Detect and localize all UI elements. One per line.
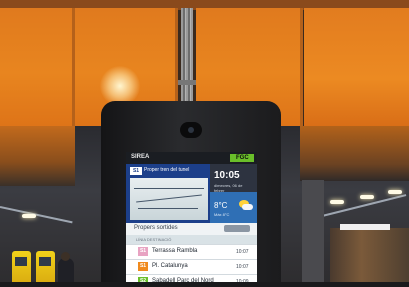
column-header: LÍNIA DESTINACIÓ <box>136 237 172 242</box>
fgc-logo-text: FGC <box>236 155 249 161</box>
destination: Pl. Catalunya <box>152 263 188 269</box>
ceiling-light <box>22 214 36 218</box>
conduit-pipes <box>181 8 193 108</box>
right-shop-facade <box>300 126 409 181</box>
line-chip: S1 <box>138 262 148 271</box>
pipe-clamp <box>178 80 196 85</box>
map-line <box>136 194 202 203</box>
departures-title: Propers sortides <box>134 225 178 231</box>
commuter-head <box>61 252 70 261</box>
ceiling-light <box>388 190 402 194</box>
shop-sign <box>340 224 390 230</box>
departures-filter-button[interactable] <box>224 225 250 232</box>
screen-brand: SIREA <box>131 154 150 160</box>
left-shop-facade <box>0 126 75 186</box>
camera-lens-icon <box>188 127 194 133</box>
line-badge: S1 <box>130 167 142 175</box>
line-map[interactable] <box>130 178 208 220</box>
ceiling-light <box>360 195 374 199</box>
shop-front <box>330 228 409 287</box>
floor-edge <box>0 282 409 287</box>
orange-wall-panel <box>0 8 72 126</box>
ceiling-light <box>330 200 344 204</box>
next-train-label: Proper tren del tunel <box>144 167 190 173</box>
kiosk-screen[interactable]: SIREA FGC S1 Proper tren del tunel 10:05… <box>126 152 257 287</box>
map-line <box>134 188 204 189</box>
orange-wall-panel <box>304 8 409 126</box>
clock: 10:05 <box>214 170 240 181</box>
destination: Terrassa Rambla <box>152 248 198 254</box>
map-line <box>138 208 198 209</box>
weather-note: Màx 8°C <box>214 212 230 217</box>
temperature: 8°C <box>214 201 228 210</box>
wall-seam <box>300 8 303 126</box>
departure-time: 10:07 <box>236 264 249 270</box>
departure-time: 10:07 <box>236 249 249 255</box>
ceiling-light-glow <box>100 66 140 106</box>
pillar <box>302 180 324 287</box>
departure-row[interactable]: S1 Pl. Catalunya 10:07 <box>126 259 257 274</box>
station-photo: SIREA FGC S1 Proper tren del tunel 10:05… <box>0 0 409 287</box>
line-chip: S1 <box>138 247 148 256</box>
departure-row[interactable]: S1 Terrassa Rambla 10:07 <box>126 244 257 259</box>
cloud-icon <box>242 204 253 210</box>
